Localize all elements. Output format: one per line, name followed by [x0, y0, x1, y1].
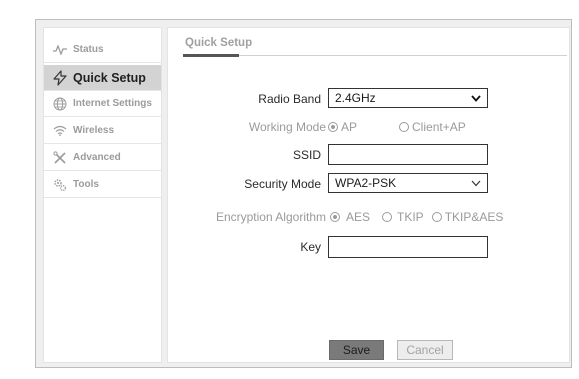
sidebar-item-label: Quick Setup: [73, 70, 146, 85]
cancel-button[interactable]: Cancel: [397, 340, 453, 360]
sidebar-item-wireless[interactable]: Wireless: [44, 118, 161, 144]
quick-setup-lightning-icon: [51, 69, 69, 86]
security-mode-value: WPA2-PSK: [335, 176, 397, 190]
encryption-tkip-radio[interactable]: TKIP: [382, 210, 424, 224]
tab-quick-setup[interactable]: Quick Setup: [185, 37, 252, 49]
sidebar-item-internet-settings[interactable]: Internet Settings: [44, 91, 161, 117]
encryption-aes-radio[interactable]: AES: [330, 210, 370, 224]
working-mode-client-ap-label: Client+AP: [412, 120, 466, 134]
wifi-icon: [51, 125, 69, 136]
tools-cross-icon: [51, 150, 69, 165]
radio-dot-icon: [399, 122, 410, 132]
radio-band-select[interactable]: 2.4GHz: [328, 88, 488, 108]
sidebar-item-label: Status: [73, 44, 104, 55]
working-mode-ap-radio[interactable]: AP: [328, 120, 357, 134]
radio-dot-icon: [382, 212, 393, 222]
radio-band-label: Radio Band: [258, 92, 321, 106]
working-mode-label: Working Mode: [248, 120, 326, 134]
radio-band-value: 2.4GHz: [335, 91, 376, 105]
working-mode-client-ap-radio[interactable]: Client+AP: [399, 120, 466, 134]
security-mode-label: Security Mode: [244, 177, 321, 191]
status-pulse-icon: [51, 44, 69, 55]
sidebar-item-label: Internet Settings: [73, 98, 152, 109]
sidebar-item-quick-setup[interactable]: Quick Setup: [44, 65, 161, 91]
radio-dot-icon: [328, 122, 338, 132]
sidebar: Status Quick Setup Internet Settings Wir…: [43, 27, 162, 363]
main-panel: Quick Setup: [167, 27, 570, 363]
ssid-label: SSID: [292, 148, 321, 162]
chevron-down-icon: [471, 177, 481, 192]
sidebar-item-advanced[interactable]: Advanced: [44, 145, 161, 171]
working-mode-radios: AP Client+AP: [328, 120, 466, 134]
ssid-input[interactable]: [328, 144, 488, 165]
encryption-aes-label: AES: [346, 210, 371, 224]
chevron-down-icon: [471, 92, 481, 107]
sidebar-item-status[interactable]: Status: [44, 37, 161, 63]
security-mode-select[interactable]: WPA2-PSK: [328, 173, 488, 193]
gears-icon: [51, 178, 69, 192]
sidebar-item-label: Wireless: [73, 125, 115, 136]
tab-divider: [183, 55, 567, 56]
encryption-tkip-label: TKIP: [397, 210, 424, 224]
sidebar-item-tools[interactable]: Tools: [44, 172, 161, 198]
encryption-tkip-aes-label: TKIP&AES: [444, 210, 504, 224]
save-button[interactable]: Save: [329, 340, 384, 360]
sidebar-item-label: Advanced: [73, 152, 121, 163]
radio-dot-icon: [431, 212, 442, 222]
sidebar-item-label: Tools: [73, 179, 99, 190]
working-mode-ap-label: AP: [341, 120, 358, 134]
encryption-tkip-aes-radio[interactable]: TKIP&AES: [431, 210, 504, 224]
key-input[interactable]: [328, 236, 488, 258]
encryption-radios: AES TKIP TKIP&AES: [330, 210, 503, 224]
globe-icon: [51, 97, 69, 111]
radio-dot-icon: [330, 212, 340, 222]
key-label: Key: [300, 240, 321, 254]
tab-active-underline: [183, 54, 239, 57]
encryption-algorithm-label: Encryption Algorithm: [215, 210, 326, 224]
